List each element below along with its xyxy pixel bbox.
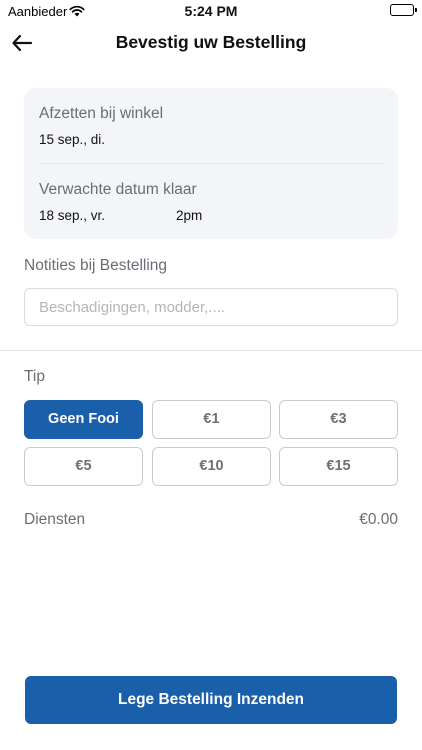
status-time: 5:24 PM <box>184 3 238 19</box>
services-label: Diensten <box>24 511 86 528</box>
drop-off-label: Afzetten bij winkel <box>39 105 164 122</box>
expected-date: 18 sep., vr. <box>39 208 106 223</box>
battery-icon <box>390 4 417 16</box>
tip-option-15[interactable]: €15 <box>279 447 398 486</box>
card-divider <box>39 163 383 164</box>
status-bar: Aanbieder 5:24 PM <box>0 0 422 22</box>
expected-time: 2pm <box>176 208 203 223</box>
page-title: Bevestig uw Bestelling <box>115 32 307 52</box>
tip-option-10[interactable]: €10 <box>152 447 271 486</box>
tip-option-5[interactable]: €5 <box>24 447 143 486</box>
tip-label: Tip <box>24 368 45 385</box>
drop-off-date: 15 sep., di. <box>39 132 106 147</box>
expected-date-label: Verwachte datum klaar <box>39 181 197 198</box>
submit-order-button[interactable]: Lege Bestelling Inzenden <box>25 676 397 724</box>
tip-option-1[interactable]: €1 <box>152 400 271 439</box>
order-dates-card: Afzetten bij winkel 15 sep., di. Verwach… <box>24 88 398 239</box>
tip-option-3[interactable]: €3 <box>279 400 398 439</box>
navigation-bar: Bevestig uw Bestelling <box>0 28 422 58</box>
notes-label: Notities bij Bestelling <box>24 257 168 274</box>
notes-input[interactable] <box>24 288 398 326</box>
tip-option-no-tip[interactable]: Geen Fooi <box>24 400 143 439</box>
services-amount: €0.00 <box>359 511 398 528</box>
section-divider <box>0 350 422 351</box>
